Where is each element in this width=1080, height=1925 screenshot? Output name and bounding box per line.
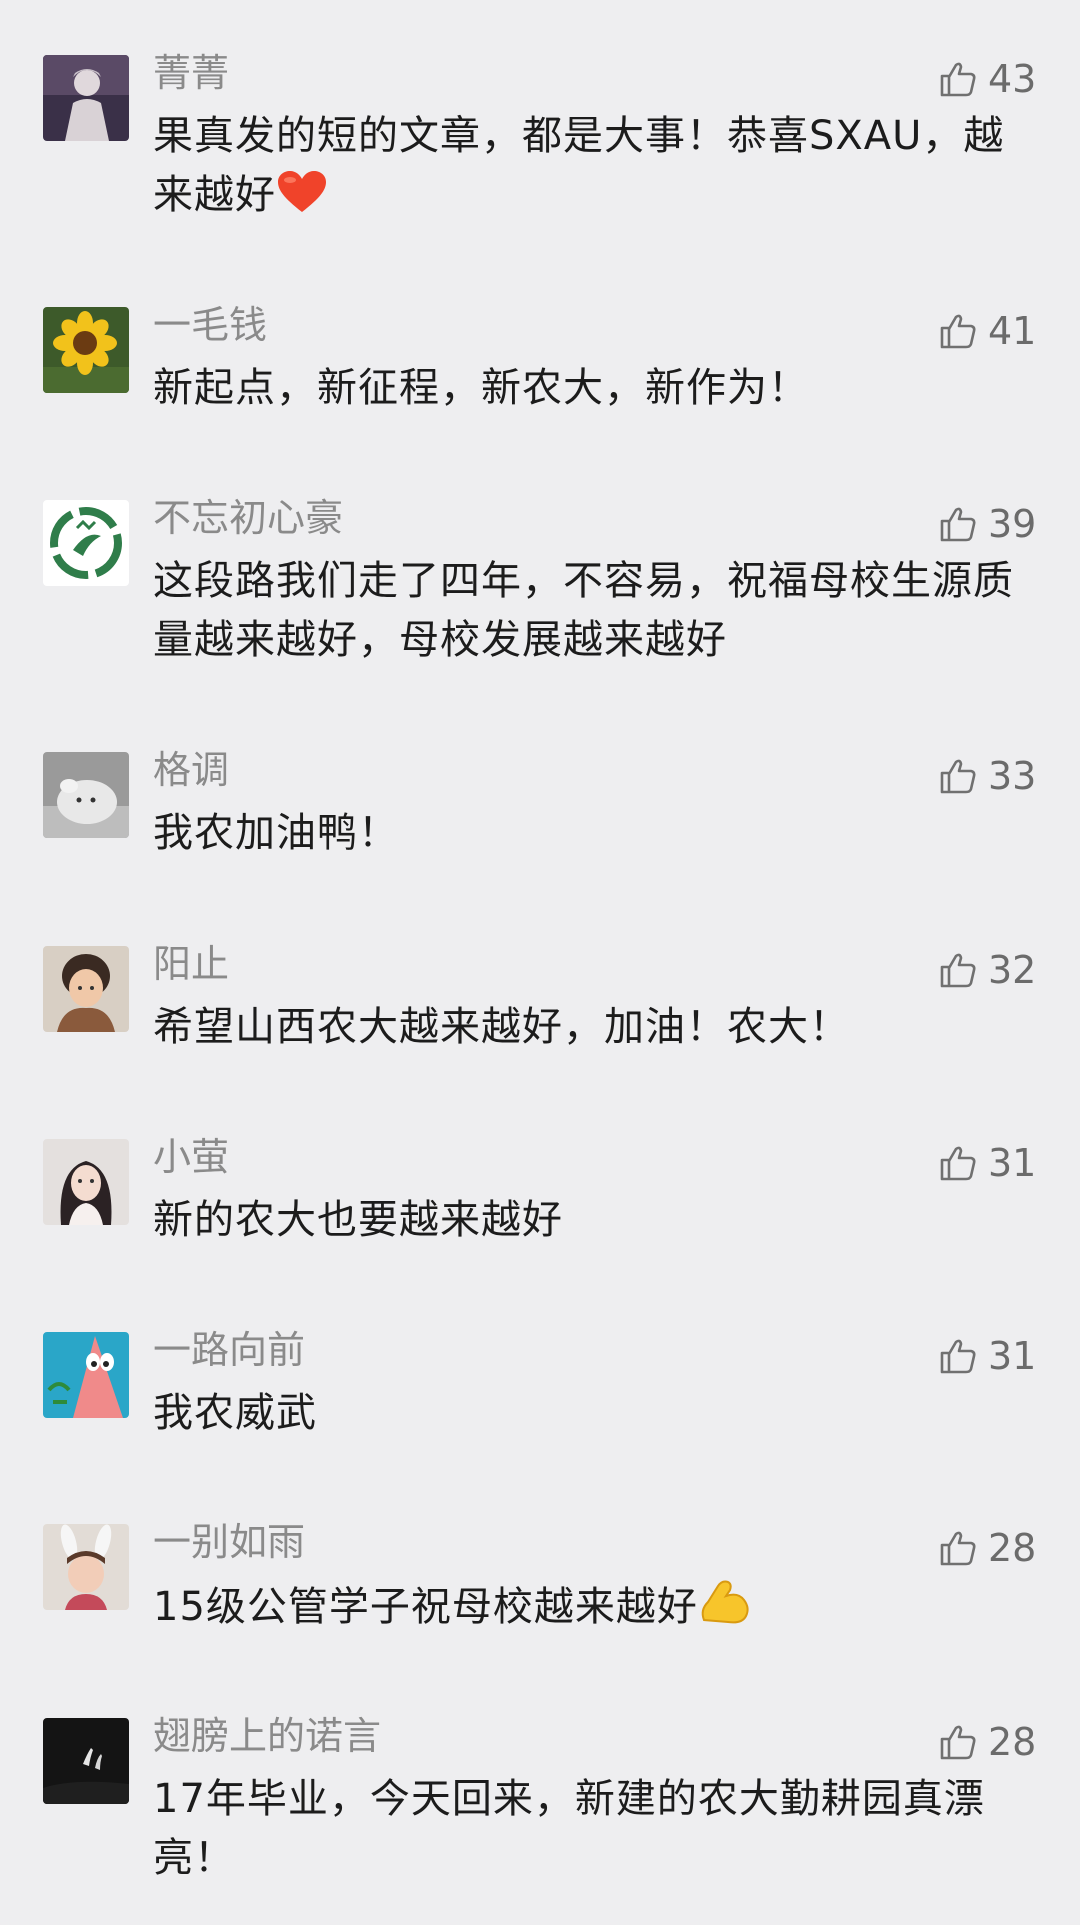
like-count: 28 (988, 1526, 1037, 1570)
cartoon-starfish-avatar (43, 1332, 129, 1418)
like-count: 32 (988, 948, 1037, 992)
thumbs-up-icon (938, 59, 978, 99)
like-button[interactable]: 39 (938, 502, 1036, 546)
like-button[interactable]: 28 (938, 1526, 1036, 1570)
like-count: 43 (988, 57, 1037, 101)
child-avatar (43, 946, 129, 1032)
avatar[interactable] (43, 1718, 129, 1804)
thumbs-up-icon (938, 1336, 978, 1376)
like-count: 41 (988, 309, 1037, 353)
like-button[interactable]: 31 (938, 1141, 1036, 1185)
nickname[interactable]: 一路向前 (153, 1326, 305, 1374)
like-count: 39 (988, 502, 1037, 546)
avatar[interactable] (43, 55, 129, 141)
thumbs-up-icon (938, 1528, 978, 1568)
like-count: 31 (988, 1334, 1037, 1378)
like-button[interactable]: 31 (938, 1334, 1036, 1378)
girl-avatar (43, 1139, 129, 1225)
flexed-biceps-emoji (698, 1576, 752, 1643)
comment-text: 我农威武 (153, 1390, 317, 1436)
nickname[interactable]: 翅膀上的诺言 (153, 1712, 381, 1760)
like-button[interactable]: 33 (938, 754, 1036, 798)
avatar[interactable] (43, 946, 129, 1032)
red-heart-emoji (276, 170, 328, 231)
nickname[interactable]: 不忘初心豪 (153, 494, 343, 542)
avatar[interactable] (43, 752, 129, 838)
like-count: 33 (988, 754, 1037, 798)
nickname[interactable]: 小萤 (153, 1133, 229, 1181)
comment-list: 菁菁 43 果真发的短的文章，都是大事！恭喜SXAU，越来越好 一毛钱 41 新… (0, 0, 1080, 1925)
like-button[interactable]: 28 (938, 1720, 1036, 1764)
comment-text: 新的农大也要越来越好 (153, 1197, 563, 1243)
thumbs-up-icon (938, 950, 978, 990)
like-button[interactable]: 41 (938, 309, 1036, 353)
white-animal-avatar (43, 752, 129, 838)
comment-text-content: 15级公管学子祝母校越来越好 (153, 1584, 698, 1630)
comment-text: 这段路我们走了四年，不容易，祝福母校生源质量越来越好，母校发展越来越好 (153, 558, 1014, 663)
nickname[interactable]: 阳止 (153, 940, 229, 988)
thumbs-up-icon (938, 311, 978, 351)
comment-text: 果真发的短的文章，都是大事！恭喜SXAU，越来越好 (153, 107, 1023, 231)
like-count: 31 (988, 1141, 1037, 1185)
comment-text: 希望山西农大越来越好，加油！农大！ (153, 1004, 850, 1050)
nickname[interactable]: 菁菁 (153, 49, 229, 97)
nickname[interactable]: 一别如雨 (153, 1518, 305, 1566)
child-bunny-ears-avatar (43, 1524, 129, 1610)
comment-text: 17年毕业，今天回来，新建的农大勤耕园真漂亮！ (153, 1776, 985, 1881)
thumbs-up-icon (938, 504, 978, 544)
avatar[interactable] (43, 307, 129, 393)
like-count: 28 (988, 1720, 1037, 1764)
person-avatar (43, 55, 129, 141)
avatar[interactable] (43, 1139, 129, 1225)
avatar[interactable] (43, 1524, 129, 1610)
comment-text: 15级公管学子祝母校越来越好 (153, 1576, 1023, 1643)
avatar[interactable] (43, 1332, 129, 1418)
thumbs-up-icon (938, 756, 978, 796)
green-logo-avatar (43, 500, 129, 586)
avatar[interactable] (43, 500, 129, 586)
like-button[interactable]: 43 (938, 57, 1036, 101)
thumbs-up-icon (938, 1143, 978, 1183)
comment-text: 我农加油鸭！ (153, 810, 399, 856)
like-button[interactable]: 32 (938, 948, 1036, 992)
sunflower-avatar (43, 307, 129, 393)
nickname[interactable]: 一毛钱 (153, 301, 267, 349)
birds-night-avatar (43, 1718, 129, 1804)
thumbs-up-icon (938, 1722, 978, 1762)
nickname[interactable]: 格调 (153, 746, 229, 794)
comment-text: 新起点，新征程，新农大，新作为！ (153, 365, 809, 411)
